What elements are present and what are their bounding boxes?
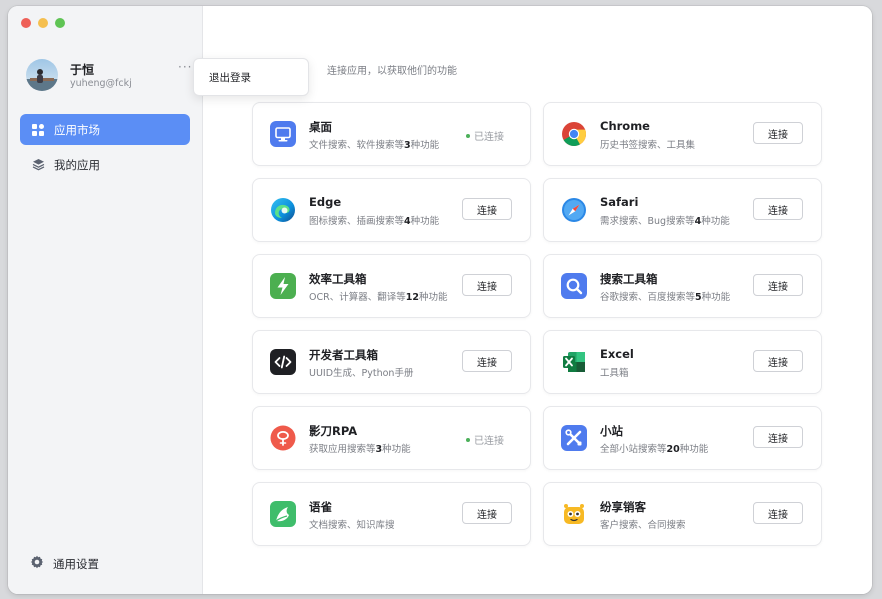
app-description: 客户搜索、合同搜索	[600, 520, 686, 531]
app-description: 文件搜索、软件搜索等3种功能	[309, 140, 440, 151]
close-window-button[interactable]	[21, 18, 31, 28]
app-description: OCR、计算器、翻译等12种功能	[309, 292, 448, 303]
sidebar-item-label: 我的应用	[54, 157, 100, 172]
app-card-desktop: 桌面 文件搜索、软件搜索等3种功能 已连接	[252, 102, 531, 166]
app-description: 文档搜索、知识库搜	[309, 520, 395, 531]
app-card-efficiency-toolbox: 效率工具箱 OCR、计算器、翻译等12种功能 连接	[252, 254, 531, 318]
app-description: 需求搜索、Bug搜索等4种功能	[600, 216, 730, 227]
sidebar: 于恒 yuheng@fckj ··· 应用市场 我的应用 通用设置	[8, 6, 203, 594]
rpa-icon	[270, 425, 296, 451]
gear-icon	[30, 554, 44, 573]
app-description: 获取应用搜索等3种功能	[309, 444, 411, 455]
app-name: 影刀RPA	[309, 424, 358, 438]
app-description: 工具箱	[600, 368, 629, 379]
connect-button[interactable]: 连接	[753, 198, 803, 220]
app-name: Edge	[309, 195, 342, 209]
safari-icon	[561, 197, 587, 223]
connect-button[interactable]: 连接	[462, 502, 512, 524]
user-email: yuheng@fckj	[70, 78, 132, 89]
connect-button[interactable]: 连接	[753, 122, 803, 144]
fxiaoke-icon	[561, 501, 587, 527]
app-name: Chrome	[600, 119, 650, 133]
excel-icon	[561, 349, 587, 375]
desktop-icon	[270, 121, 296, 147]
app-card-safari: Safari 需求搜索、Bug搜索等4种功能 连接	[543, 178, 822, 242]
general-settings-button[interactable]: 通用设置	[30, 554, 99, 573]
app-name: Excel	[600, 347, 634, 361]
connect-button[interactable]: 连接	[753, 502, 803, 524]
avatar[interactable]	[26, 59, 58, 91]
code-icon	[270, 349, 296, 375]
connect-button[interactable]: 连接	[753, 274, 803, 296]
app-card-yuque: 语雀 文档搜索、知识库搜 连接	[252, 482, 531, 546]
app-card-search-toolbox: 搜索工具箱 谷歌搜索、百度搜索等5种功能 连接	[543, 254, 822, 318]
app-description: 谷歌搜索、百度搜索等5种功能	[600, 292, 731, 303]
app-card-yingdao-rpa: 影刀RPA 获取应用搜索等3种功能 已连接	[252, 406, 531, 470]
zoom-window-button[interactable]	[55, 18, 65, 28]
connected-status: 已连接	[466, 128, 504, 143]
app-description: 图标搜索、插画搜索等4种功能	[309, 216, 440, 227]
settings-label: 通用设置	[53, 556, 99, 571]
app-name: Safari	[600, 195, 639, 209]
layers-icon	[31, 158, 45, 172]
logout-label: 退出登录	[209, 71, 251, 84]
app-description: 全部小站搜索等20种功能	[600, 444, 709, 455]
minimize-window-button[interactable]	[38, 18, 48, 28]
lightning-icon	[270, 273, 296, 299]
grid-icon	[31, 123, 45, 137]
sidebar-item-label: 应用市场	[54, 122, 100, 137]
edge-icon	[270, 197, 296, 223]
tools-icon	[561, 425, 587, 451]
app-card-excel: Excel 工具箱 连接	[543, 330, 822, 394]
app-name: 效率工具箱	[309, 272, 367, 286]
app-card-xiaozhan: 小站 全部小站搜索等20种功能 连接	[543, 406, 822, 470]
app-description: UUID生成、Python手册	[309, 368, 414, 379]
connect-button[interactable]: 连接	[753, 426, 803, 448]
app-name: 小站	[600, 424, 623, 438]
app-card-chrome: Chrome 历史书签搜索、工具集 连接	[543, 102, 822, 166]
app-card-developer-toolbox: 开发者工具箱 UUID生成、Python手册 连接	[252, 330, 531, 394]
yuque-icon	[270, 501, 296, 527]
app-description: 历史书签搜索、工具集	[600, 140, 696, 151]
app-name: 搜索工具箱	[600, 272, 658, 286]
app-name: 纷享销客	[600, 500, 646, 514]
search-icon	[561, 273, 587, 299]
sidebar-item-my-apps[interactable]: 我的应用	[20, 149, 190, 180]
app-name: 语雀	[309, 500, 332, 514]
connected-status: 已连接	[466, 432, 504, 447]
app-window: 于恒 yuheng@fckj ··· 应用市场 我的应用 通用设置 连接应用，以…	[8, 6, 872, 594]
connect-button[interactable]: 连接	[753, 350, 803, 372]
more-options-button[interactable]: ···	[178, 60, 192, 74]
user-name: 于恒	[70, 63, 95, 77]
app-name: 桌面	[309, 120, 332, 134]
app-card-edge: Edge 图标搜索、插画搜索等4种功能 连接	[252, 178, 531, 242]
user-profile: 于恒 yuheng@fckj ···	[26, 59, 196, 95]
window-controls	[21, 18, 65, 28]
logout-menu-item[interactable]: 退出登录	[193, 58, 309, 96]
connect-button[interactable]: 连接	[462, 274, 512, 296]
app-name: 开发者工具箱	[309, 348, 378, 362]
sidebar-item-app-market[interactable]: 应用市场	[20, 114, 190, 145]
page-subtitle: 连接应用，以获取他们的功能	[327, 66, 457, 77]
connect-button[interactable]: 连接	[462, 350, 512, 372]
app-card-fxiaoke: 纷享销客 客户搜索、合同搜索 连接	[543, 482, 822, 546]
chrome-icon	[561, 121, 587, 147]
connect-button[interactable]: 连接	[462, 198, 512, 220]
